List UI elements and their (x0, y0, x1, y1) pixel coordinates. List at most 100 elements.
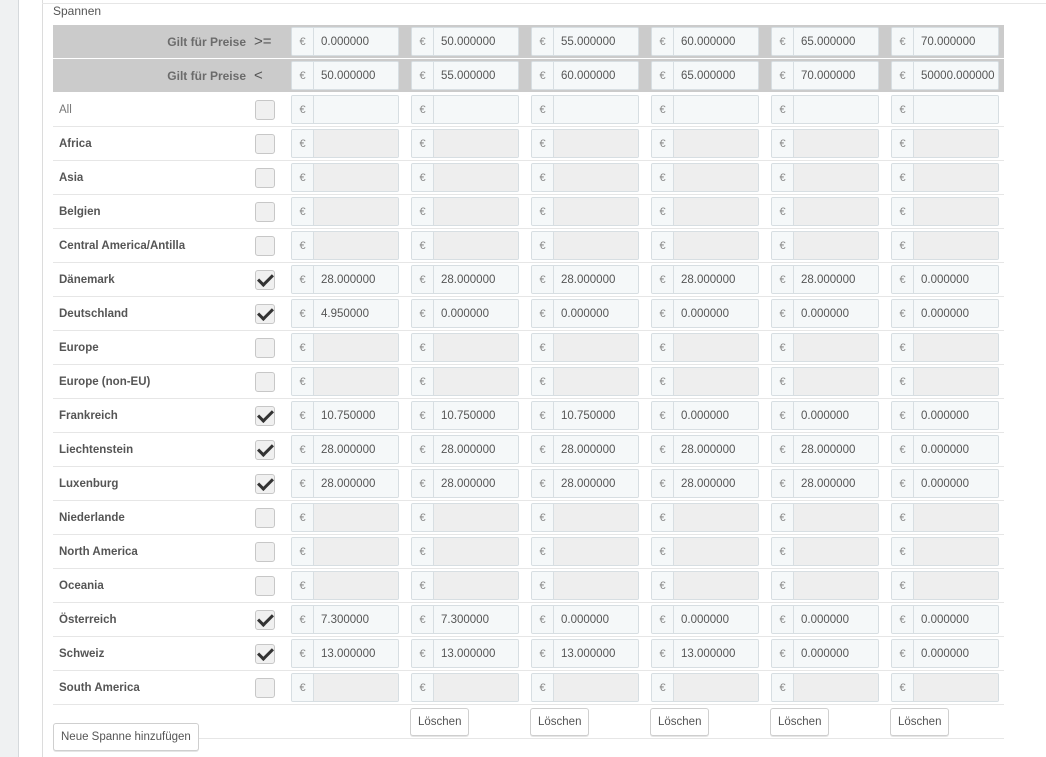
price-input[interactable]: €50.000000 (411, 27, 519, 56)
zone-checkbox[interactable] (255, 643, 275, 664)
price-input[interactable]: €28.000000 (291, 265, 399, 294)
price-input[interactable]: € (411, 367, 519, 396)
price-input[interactable]: € (291, 129, 399, 158)
price-value[interactable] (794, 368, 878, 395)
price-input[interactable]: € (651, 231, 759, 260)
price-input[interactable]: € (891, 571, 999, 600)
price-value[interactable]: 13.000000 (554, 640, 638, 667)
price-input[interactable]: € (531, 231, 639, 260)
price-value[interactable] (314, 334, 398, 361)
price-input[interactable]: € (771, 197, 879, 226)
price-value[interactable]: 60.000000 (674, 28, 758, 55)
price-value[interactable] (434, 674, 518, 701)
price-value[interactable]: 0.000000 (674, 300, 758, 327)
price-value[interactable] (314, 572, 398, 599)
price-value[interactable]: 70.000000 (914, 28, 998, 55)
price-value[interactable] (674, 130, 758, 157)
price-input[interactable]: €60.000000 (531, 61, 639, 90)
price-input[interactable]: €28.000000 (651, 265, 759, 294)
price-input[interactable]: € (651, 163, 759, 192)
price-value[interactable] (314, 504, 398, 531)
price-value[interactable]: 0.000000 (674, 402, 758, 429)
price-input[interactable]: €13.000000 (411, 639, 519, 668)
price-input[interactable]: €0.000000 (891, 265, 999, 294)
price-input[interactable]: € (411, 231, 519, 260)
price-value[interactable]: 0.000000 (314, 28, 398, 55)
price-input[interactable]: € (771, 163, 879, 192)
price-input[interactable]: €50000.000000 (891, 61, 999, 90)
price-input[interactable]: € (411, 571, 519, 600)
price-value[interactable] (914, 164, 998, 191)
price-input[interactable]: € (291, 673, 399, 702)
price-value[interactable]: 55.000000 (434, 62, 518, 89)
price-value[interactable]: 28.000000 (674, 266, 758, 293)
price-input[interactable]: € (651, 537, 759, 566)
price-value[interactable] (554, 572, 638, 599)
price-input[interactable]: €0.000000 (891, 469, 999, 498)
price-input[interactable]: €10.750000 (531, 401, 639, 430)
price-value[interactable] (674, 674, 758, 701)
price-value[interactable]: 0.000000 (794, 606, 878, 633)
price-value[interactable]: 0.000000 (434, 300, 518, 327)
price-input[interactable]: € (771, 367, 879, 396)
price-input[interactable]: €13.000000 (651, 639, 759, 668)
price-input[interactable]: €0.000000 (891, 435, 999, 464)
price-value[interactable] (434, 130, 518, 157)
price-input[interactable]: € (651, 197, 759, 226)
price-input[interactable]: €10.750000 (411, 401, 519, 430)
price-input[interactable]: €0.000000 (891, 299, 999, 328)
price-input[interactable]: €0.000000 (891, 401, 999, 430)
price-input[interactable]: €7.300000 (411, 605, 519, 634)
price-input[interactable]: €0.000000 (531, 605, 639, 634)
price-value[interactable] (674, 198, 758, 225)
price-value[interactable] (554, 674, 638, 701)
price-value[interactable] (674, 164, 758, 191)
price-value[interactable] (794, 538, 878, 565)
price-value[interactable] (914, 504, 998, 531)
price-value[interactable]: 50.000000 (434, 28, 518, 55)
price-value[interactable] (914, 96, 998, 123)
price-value[interactable] (554, 538, 638, 565)
price-value[interactable] (554, 130, 638, 157)
price-input[interactable]: € (891, 197, 999, 226)
zone-checkbox[interactable] (255, 609, 275, 630)
price-value[interactable]: 70.000000 (794, 62, 878, 89)
price-input[interactable]: €0.000000 (891, 639, 999, 668)
price-input[interactable]: €28.000000 (771, 435, 879, 464)
price-value[interactable] (794, 96, 878, 123)
price-input[interactable]: € (771, 673, 879, 702)
price-input[interactable]: € (291, 163, 399, 192)
price-value[interactable]: 0.000000 (794, 402, 878, 429)
price-input[interactable]: € (531, 95, 639, 124)
price-value[interactable]: 0.000000 (914, 266, 998, 293)
price-value[interactable]: 10.750000 (434, 402, 518, 429)
price-value[interactable] (554, 334, 638, 361)
price-value[interactable] (554, 198, 638, 225)
price-input[interactable]: € (651, 129, 759, 158)
price-value[interactable]: 0.000000 (674, 606, 758, 633)
price-value[interactable]: 28.000000 (794, 266, 878, 293)
price-input[interactable]: € (531, 367, 639, 396)
zone-checkbox[interactable] (255, 337, 275, 358)
price-value[interactable] (554, 164, 638, 191)
price-value[interactable]: 0.000000 (554, 300, 638, 327)
price-input[interactable]: € (411, 197, 519, 226)
price-value[interactable] (794, 504, 878, 531)
price-input[interactable]: € (771, 231, 879, 260)
price-value[interactable] (914, 334, 998, 361)
price-input[interactable]: € (531, 537, 639, 566)
price-input[interactable]: €0.000000 (651, 299, 759, 328)
price-input[interactable]: €28.000000 (411, 435, 519, 464)
price-value[interactable]: 28.000000 (674, 436, 758, 463)
zone-checkbox[interactable] (255, 133, 275, 154)
price-value[interactable] (674, 538, 758, 565)
price-input[interactable]: € (891, 673, 999, 702)
price-value[interactable]: 0.000000 (554, 606, 638, 633)
price-input[interactable]: €55.000000 (411, 61, 519, 90)
price-input[interactable]: € (771, 571, 879, 600)
price-input[interactable]: € (891, 537, 999, 566)
zone-checkbox[interactable] (255, 303, 275, 324)
price-value[interactable]: 0.000000 (914, 606, 998, 633)
price-input[interactable]: €28.000000 (291, 469, 399, 498)
price-value[interactable] (434, 504, 518, 531)
